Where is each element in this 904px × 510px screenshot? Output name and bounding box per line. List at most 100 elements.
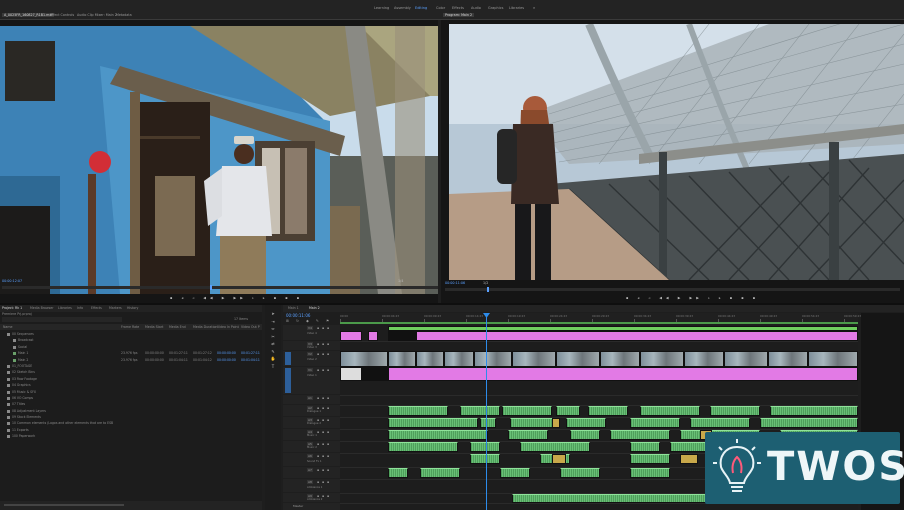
video-clip-v2[interactable] xyxy=(474,351,512,367)
black-clip-v1[interactable] xyxy=(362,367,388,381)
workspace-learning[interactable]: Learning xyxy=(374,6,389,10)
col-name[interactable]: Name xyxy=(3,325,12,329)
source-playhead[interactable] xyxy=(210,285,212,290)
tool-icons[interactable]: ➤ ⇥ ⇔ ✂ ⇄ ✎ ✋ T xyxy=(268,310,278,370)
audio-clip[interactable] xyxy=(630,454,670,464)
tab-effect-controls[interactable]: Effect Controls xyxy=(50,13,74,17)
program-timecode[interactable]: 00:00:11:06 xyxy=(445,281,465,285)
audio-clip[interactable] xyxy=(770,406,858,416)
video-clip-v2[interactable] xyxy=(444,351,474,367)
program-transport-controls[interactable]: ▪ ◂ ◃ ◀◀ ▶ ▶▶ ▹ ▸ ▪ ▪ ▪ xyxy=(626,296,759,300)
audio-clip[interactable] xyxy=(640,406,700,416)
audio-clip[interactable] xyxy=(610,430,670,440)
audio-clip[interactable] xyxy=(630,468,670,478)
track-toggle-icons[interactable]: ▪ ▪ ▪ xyxy=(317,468,330,472)
video-clip-v1[interactable] xyxy=(340,367,362,381)
tab-project[interactable]: Project: Rk 1 xyxy=(2,306,22,310)
video-clip-v1[interactable] xyxy=(388,367,858,381)
video-clip-v4[interactable] xyxy=(416,331,858,341)
workspace-graphics[interactable]: Graphics xyxy=(488,6,503,10)
workspace-effects[interactable]: Effects xyxy=(452,6,464,10)
project-search-input[interactable] xyxy=(2,317,122,322)
audio-clip[interactable] xyxy=(388,442,458,452)
track-toggle-icons[interactable]: ▪ ▪ ▪ xyxy=(317,352,330,356)
audio-clip[interactable] xyxy=(630,442,660,452)
program-video-frame[interactable] xyxy=(449,24,904,280)
audio-clip-highlight[interactable] xyxy=(680,454,698,464)
source-video-frame[interactable] xyxy=(0,26,438,294)
audio-clip[interactable] xyxy=(480,418,496,428)
track-toggle-icons[interactable]: ▪ ▪ ▪ xyxy=(317,326,330,330)
audio-clip[interactable] xyxy=(588,406,628,416)
project-item-row[interactable]: 100 Paperwork xyxy=(0,434,262,440)
project-zoom-slider[interactable] xyxy=(4,504,124,506)
track-header-a8[interactable]: A8 ▪ ▪ ▪ Ambience 1 xyxy=(283,479,340,492)
workspace-menu-icon[interactable]: » xyxy=(533,6,535,10)
track-toggle-icons[interactable]: ▪ ▪ ▪ xyxy=(317,454,330,458)
source-timecode[interactable]: 00:00:12:07 xyxy=(2,279,22,283)
col-media-end[interactable]: Media End xyxy=(169,325,186,329)
track-header-v4[interactable]: V4 ▪ ▪ ▪ Video 4 xyxy=(283,325,340,340)
tab-info[interactable]: Info xyxy=(77,306,83,310)
video-clip-v2[interactable] xyxy=(340,351,388,367)
audio-clip[interactable] xyxy=(690,418,750,428)
track-toggle-icons[interactable]: ▪ ▪ ▪ xyxy=(317,396,330,400)
source-patch-target[interactable] xyxy=(285,368,291,393)
track-header-a3[interactable]: A3 ▪ ▪ ▪ Dialogue 2 xyxy=(283,417,340,428)
audio-clip[interactable] xyxy=(460,406,500,416)
workspace-color[interactable]: Color xyxy=(436,6,445,10)
audio-clip[interactable] xyxy=(388,430,488,440)
workspace-libraries[interactable]: Libraries xyxy=(509,6,524,10)
workspace-editing[interactable]: Editing xyxy=(415,6,427,10)
timeline-timecode[interactable]: 00:00:11:06 xyxy=(286,313,310,318)
tab-media-browser[interactable]: Media Browser xyxy=(30,306,54,310)
tab-source[interactable]: A_0025FR_160827_R1B1.mxf xyxy=(2,13,55,17)
source-patch-target[interactable] xyxy=(285,352,291,365)
video-clip-v2[interactable] xyxy=(768,351,808,367)
tab-metadata[interactable]: Metadata xyxy=(116,13,132,17)
track-toggle-icons[interactable]: ▪ ▪ ▪ xyxy=(317,442,330,446)
program-playhead[interactable] xyxy=(487,287,489,292)
audio-clip[interactable] xyxy=(508,430,548,440)
audio-clip[interactable] xyxy=(560,468,600,478)
video-clip-v2[interactable] xyxy=(724,351,768,367)
audio-clip[interactable] xyxy=(470,442,500,452)
tab-libraries[interactable]: Libraries xyxy=(58,306,72,310)
audio-clip[interactable] xyxy=(502,406,552,416)
video-clip-v2[interactable] xyxy=(640,351,684,367)
audio-clip[interactable] xyxy=(630,418,680,428)
track-header-a9[interactable]: A9 ▪ ▪ ▪ Ambience 2 xyxy=(283,493,340,502)
tab-markers[interactable]: Markers xyxy=(109,306,122,310)
audio-clip[interactable] xyxy=(520,442,590,452)
video-clip-v4[interactable] xyxy=(340,331,362,341)
timeline-playhead[interactable] xyxy=(486,313,487,510)
program-zoom[interactable]: 1/2 xyxy=(483,281,488,285)
video-clip-v2[interactable] xyxy=(600,351,640,367)
col-frame-rate[interactable]: Frame Rate xyxy=(121,325,139,329)
tab-effects[interactable]: Effects xyxy=(91,306,102,310)
track-toggle-icons[interactable]: ▪ ▪ ▪ xyxy=(317,342,330,346)
track-header-a6[interactable]: A6 ▪ ▪ ▪ Sound Fx 1 xyxy=(283,453,340,466)
track-toggle-icons[interactable]: ▪ ▪ ▪ xyxy=(317,368,330,372)
track-header-v1[interactable]: V1 ▪ ▪ ▪ Video 1 xyxy=(283,367,340,394)
workspace-audio[interactable]: Audio xyxy=(471,6,481,10)
track-toggle-icons[interactable]: ▪ ▪ ▪ xyxy=(317,430,330,434)
audio-clip[interactable] xyxy=(500,468,530,478)
sequence-tab-main-2[interactable]: Main 2 xyxy=(309,306,320,310)
program-time-ruler[interactable] xyxy=(445,287,900,292)
audio-clip[interactable] xyxy=(388,418,478,428)
audio-clip[interactable] xyxy=(566,418,606,428)
video-clip-v2[interactable] xyxy=(512,351,556,367)
video-clip-v2[interactable] xyxy=(388,351,416,367)
timeline-toolbar-icons[interactable]: ⊞ ↻ ◆ ✎ ⚑ xyxy=(286,319,332,323)
audio-clip-highlight[interactable] xyxy=(552,454,566,464)
track-header-a7[interactable]: A7 ▪ ▪ ▪ xyxy=(283,467,340,478)
audio-clip[interactable] xyxy=(556,406,580,416)
video-clip-v2[interactable] xyxy=(808,351,858,367)
tab-audio-clip-mixer[interactable]: Audio Clip Mixer: Main 2 xyxy=(77,13,117,17)
audio-clip[interactable] xyxy=(760,418,858,428)
track-toggle-icons[interactable]: ▪ ▪ ▪ xyxy=(317,480,330,484)
audio-clip[interactable] xyxy=(388,406,448,416)
sequence-tab-main-1[interactable]: Main 1 xyxy=(288,306,299,310)
workspace-assembly[interactable]: Assembly xyxy=(394,6,411,10)
